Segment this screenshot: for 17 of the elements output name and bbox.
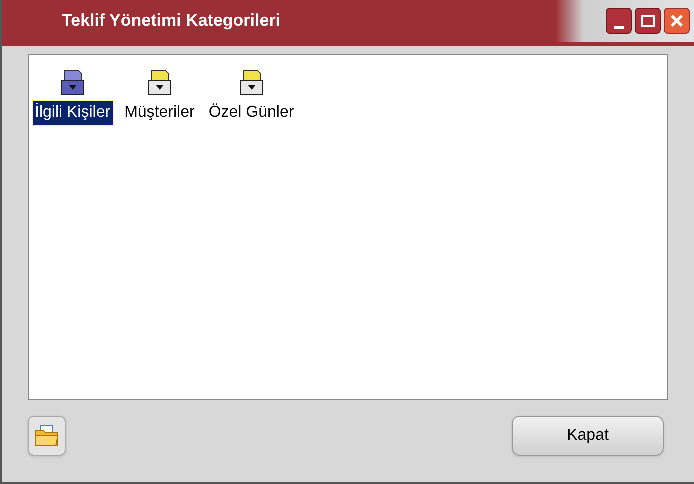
window-title: Teklif Yönetimi Kategorileri bbox=[62, 10, 281, 32]
close-icon bbox=[670, 14, 684, 28]
category-item[interactable]: Müşteriler bbox=[122, 69, 197, 125]
file-box-icon bbox=[146, 69, 174, 97]
minimize-button[interactable] bbox=[606, 8, 632, 34]
folder-icon bbox=[35, 425, 59, 447]
close-button[interactable] bbox=[664, 8, 690, 34]
category-item[interactable]: Özel Günler bbox=[206, 69, 296, 125]
item-label: İlgili Kişiler bbox=[33, 101, 113, 125]
close-dialog-button[interactable]: Kapat bbox=[512, 416, 664, 456]
maximize-button[interactable] bbox=[635, 8, 661, 34]
item-label: Müşteriler bbox=[124, 103, 196, 123]
item-label: Özel Günler bbox=[208, 102, 296, 123]
file-box-icon bbox=[238, 69, 266, 97]
category-item[interactable]: İlgili Kişiler bbox=[33, 69, 113, 125]
open-folder-button[interactable] bbox=[28, 416, 66, 456]
file-box-icon bbox=[58, 69, 87, 97]
